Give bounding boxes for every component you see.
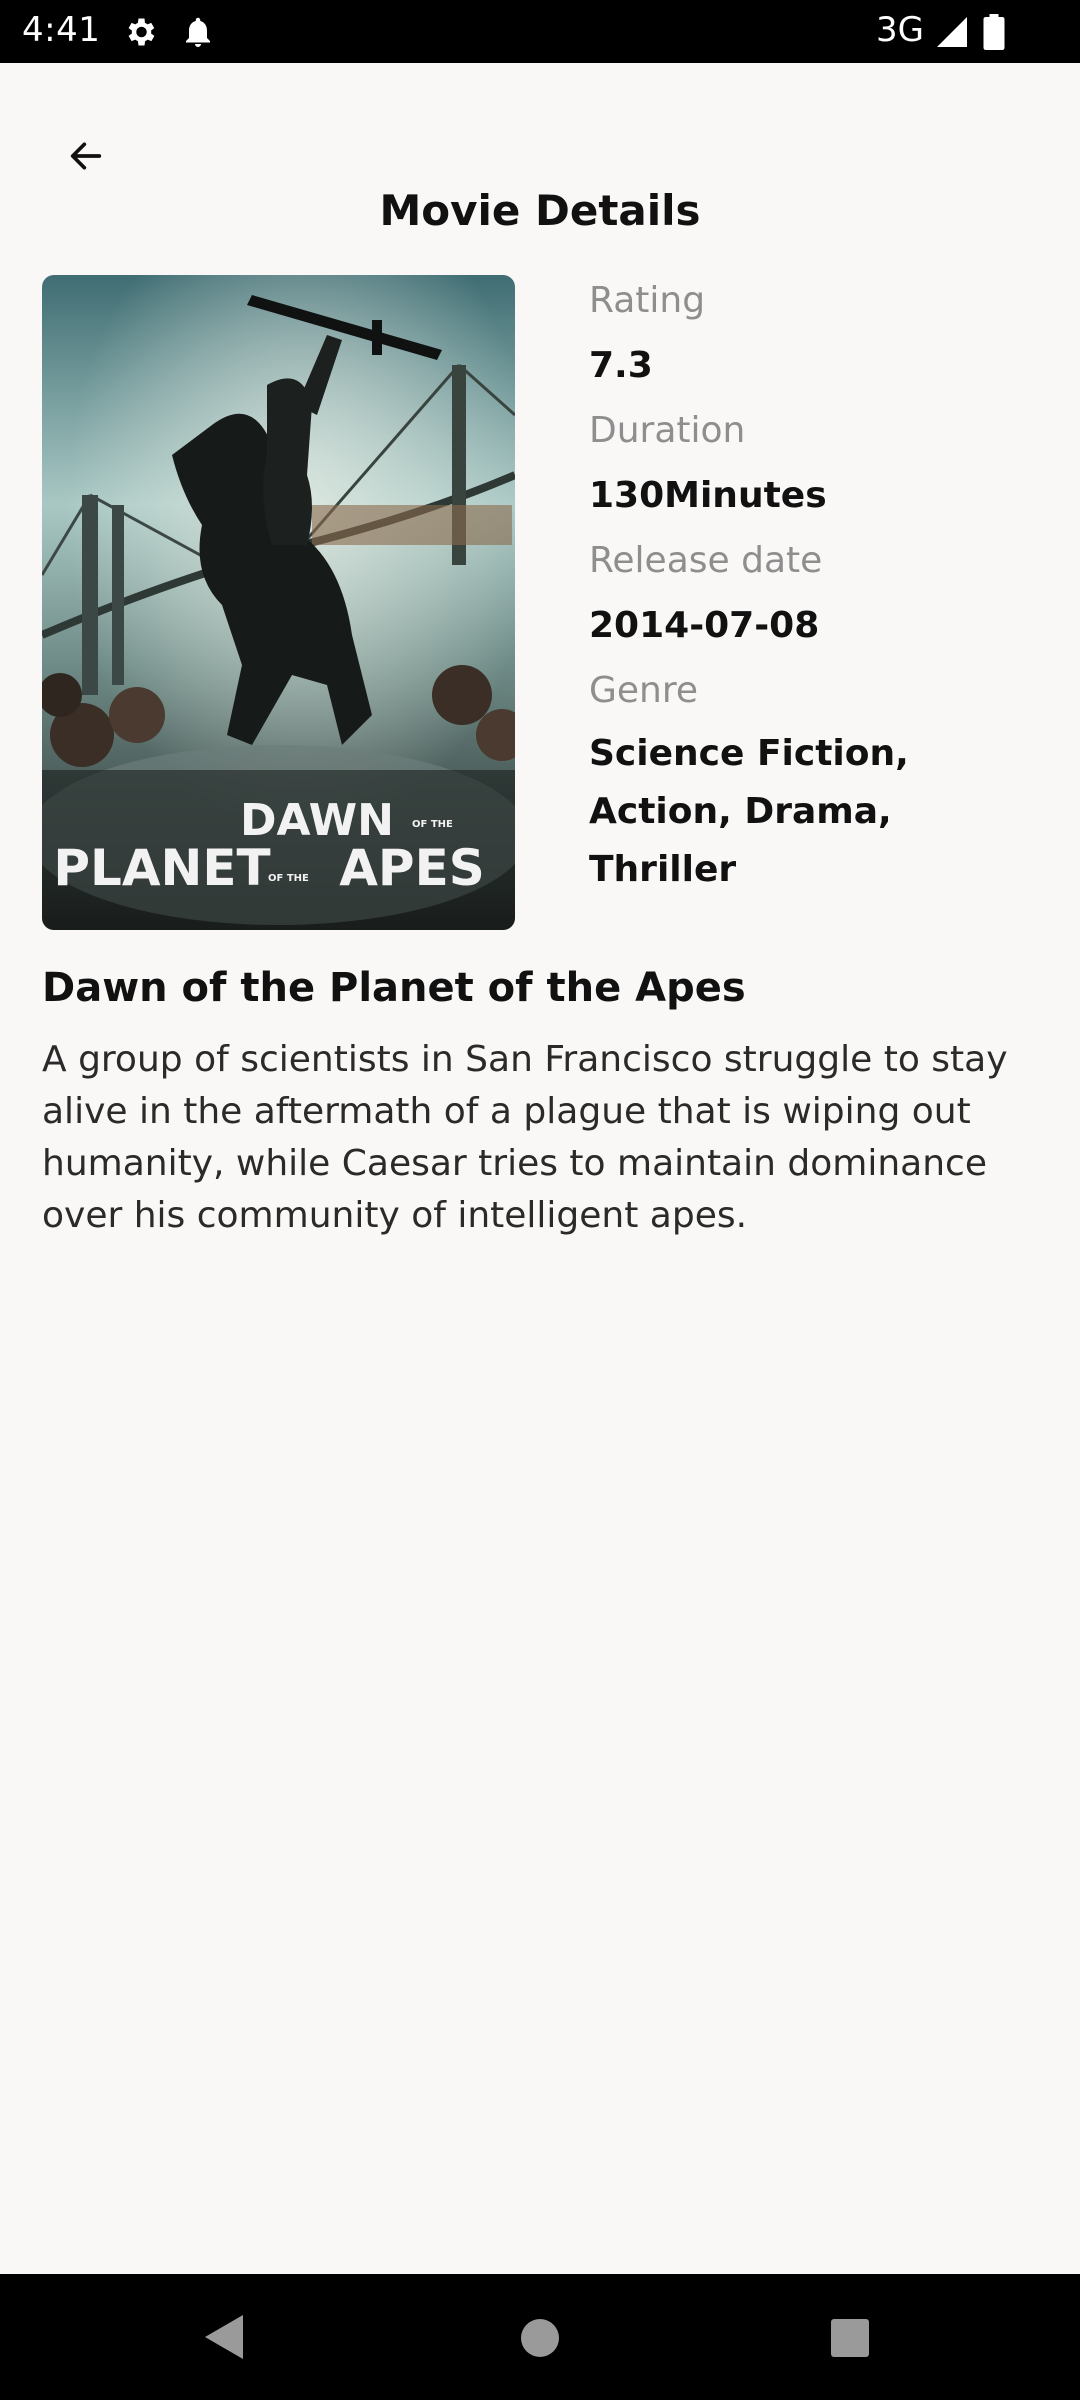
status-bar: 4:41 3G <box>0 0 1080 63</box>
poster-title-line2: PLANET <box>53 839 270 897</box>
movie-title: Dawn of the Planet of the Apes <box>42 965 746 1011</box>
system-navigation-bar <box>0 2274 1080 2400</box>
status-time: 4:41 <box>22 10 101 50</box>
back-button[interactable] <box>58 128 114 184</box>
rating-label: Rating <box>589 280 706 321</box>
release-date-value: 2014-07-08 <box>589 605 820 646</box>
recents-square-icon <box>831 2319 869 2357</box>
back-triangle-icon <box>205 2315 243 2359</box>
arrow-left-icon <box>70 142 102 170</box>
poster-title-line3: APES <box>339 839 485 897</box>
bell-icon <box>180 14 216 54</box>
battery-icon <box>982 14 1006 54</box>
nav-back-button[interactable] <box>203 2313 245 2365</box>
rating-value: 7.3 <box>589 345 653 386</box>
network-type: 3G <box>876 10 924 50</box>
page-title: Movie Details <box>379 186 701 235</box>
duration-label: Duration <box>589 410 746 451</box>
nav-recents-button[interactable] <box>830 2318 870 2362</box>
home-circle-icon <box>521 2319 559 2357</box>
signal-icon <box>934 14 970 54</box>
movie-poster: DAWN OF THE PLANET OF THE APES <box>42 275 515 930</box>
genre-value: Science Fiction, Action, Drama, Thriller <box>589 733 909 890</box>
poster-of-the-2: OF THE <box>268 873 309 884</box>
duration-value: 130Minutes <box>589 475 827 516</box>
movie-overview: A group of scientists in San Francisco s… <box>42 1039 1008 1236</box>
genre-label: Genre <box>589 670 699 711</box>
release-date-label: Release date <box>589 540 823 581</box>
nav-home-button[interactable] <box>520 2318 560 2362</box>
poster-of-the-1: OF THE <box>412 819 453 830</box>
gear-icon <box>122 14 158 54</box>
